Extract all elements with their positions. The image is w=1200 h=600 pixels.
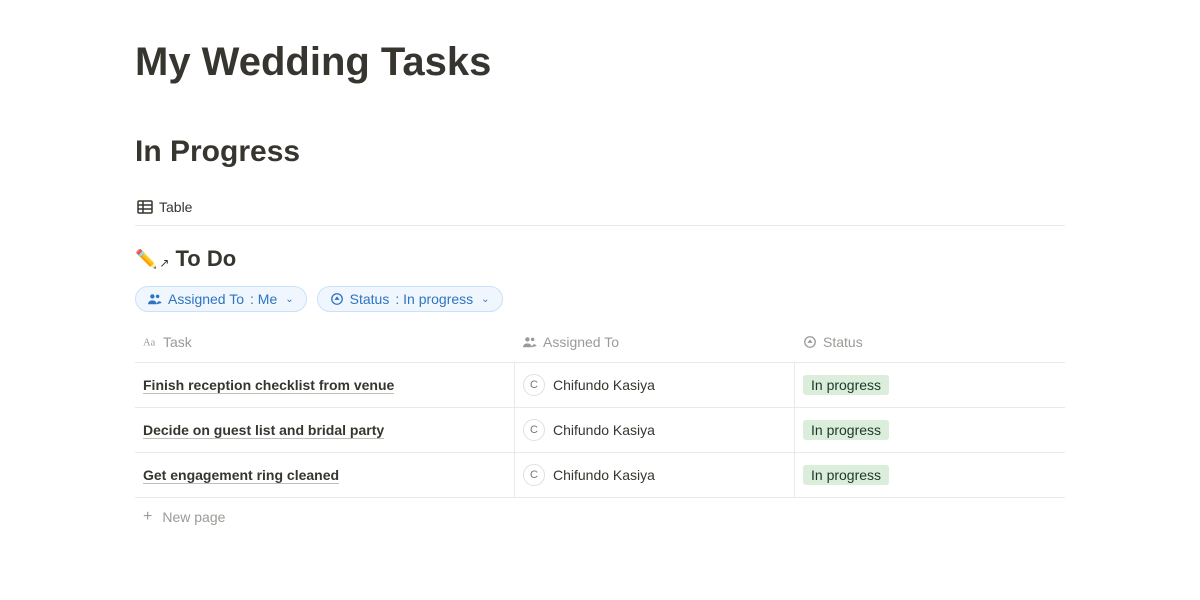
status-cell[interactable]: In progress	[795, 408, 1065, 452]
task-name[interactable]: Decide on guest list and bridal party	[143, 422, 384, 439]
task-table: Aa Task Assigned To	[135, 330, 1065, 536]
status-cell[interactable]: In progress	[795, 363, 1065, 407]
table-row[interactable]: Decide on guest list and bridal party C …	[135, 408, 1065, 453]
people-icon	[523, 335, 537, 349]
task-cell[interactable]: Get engagement ring cleaned	[135, 453, 515, 497]
column-header-label: Assigned To	[543, 334, 619, 350]
linked-database-name: To Do	[175, 246, 236, 272]
status-circle-icon	[803, 335, 817, 349]
filter-value: : Me	[250, 291, 277, 307]
task-name[interactable]: Finish reception checklist from venue	[143, 377, 394, 394]
assignee-name: Chifundo Kasiya	[553, 467, 655, 483]
chevron-down-icon: ⌄	[481, 294, 489, 305]
assigned-cell[interactable]: C Chifundo Kasiya	[515, 408, 795, 452]
task-cell[interactable]: Decide on guest list and bridal party	[135, 408, 515, 452]
linked-database-header[interactable]: ✏️ ↗ To Do	[135, 246, 1065, 272]
assigned-cell[interactable]: C Chifundo Kasiya	[515, 363, 795, 407]
assignee: C Chifundo Kasiya	[523, 464, 655, 486]
people-icon	[148, 292, 162, 306]
filter-row: Assigned To : Me ⌄ Status : In progress …	[135, 286, 1065, 312]
status-badge: In progress	[803, 420, 889, 440]
column-header-label: Task	[163, 334, 192, 350]
status-cell[interactable]: In progress	[795, 453, 1065, 497]
new-page-button[interactable]: + New page	[135, 498, 1065, 536]
table-row[interactable]: Finish reception checklist from venue C …	[135, 363, 1065, 408]
task-name[interactable]: Get engagement ring cleaned	[143, 467, 339, 484]
filter-status[interactable]: Status : In progress ⌄	[317, 286, 503, 312]
avatar: C	[523, 374, 545, 396]
filter-assigned-to[interactable]: Assigned To : Me ⌄	[135, 286, 307, 312]
new-page-label: New page	[162, 509, 225, 525]
task-cell[interactable]: Finish reception checklist from venue	[135, 363, 515, 407]
section-title: In Progress	[135, 135, 1065, 169]
column-header-status[interactable]: Status	[795, 330, 1065, 354]
status-circle-icon	[330, 292, 344, 306]
filter-value: : In progress	[395, 291, 473, 307]
avatar: C	[523, 419, 545, 441]
status-badge: In progress	[803, 465, 889, 485]
assignee-name: Chifundo Kasiya	[553, 377, 655, 393]
filter-label: Status	[350, 291, 390, 307]
avatar: C	[523, 464, 545, 486]
plus-icon: +	[143, 508, 152, 526]
assigned-cell[interactable]: C Chifundo Kasiya	[515, 453, 795, 497]
table-view-tab[interactable]: Table	[135, 195, 194, 219]
view-tabs: Table	[135, 189, 1065, 226]
page-title: My Wedding Tasks	[135, 40, 1065, 85]
svg-text:Aa: Aa	[143, 338, 156, 349]
chevron-down-icon: ⌄	[285, 294, 293, 305]
column-header-assigned[interactable]: Assigned To	[515, 330, 795, 354]
pencil-icon: ✏️	[135, 249, 157, 270]
table-header: Aa Task Assigned To	[135, 330, 1065, 363]
table-row[interactable]: Get engagement ring cleaned C Chifundo K…	[135, 453, 1065, 498]
status-badge: In progress	[803, 375, 889, 395]
assignee: C Chifundo Kasiya	[523, 419, 655, 441]
table-icon	[137, 199, 153, 215]
assignee-name: Chifundo Kasiya	[553, 422, 655, 438]
external-arrow-icon: ↗	[159, 256, 169, 270]
view-tab-label: Table	[159, 199, 192, 215]
assignee: C Chifundo Kasiya	[523, 374, 655, 396]
text-icon: Aa	[143, 335, 157, 349]
column-header-task[interactable]: Aa Task	[135, 330, 515, 354]
filter-label: Assigned To	[168, 291, 244, 307]
column-header-label: Status	[823, 334, 863, 350]
